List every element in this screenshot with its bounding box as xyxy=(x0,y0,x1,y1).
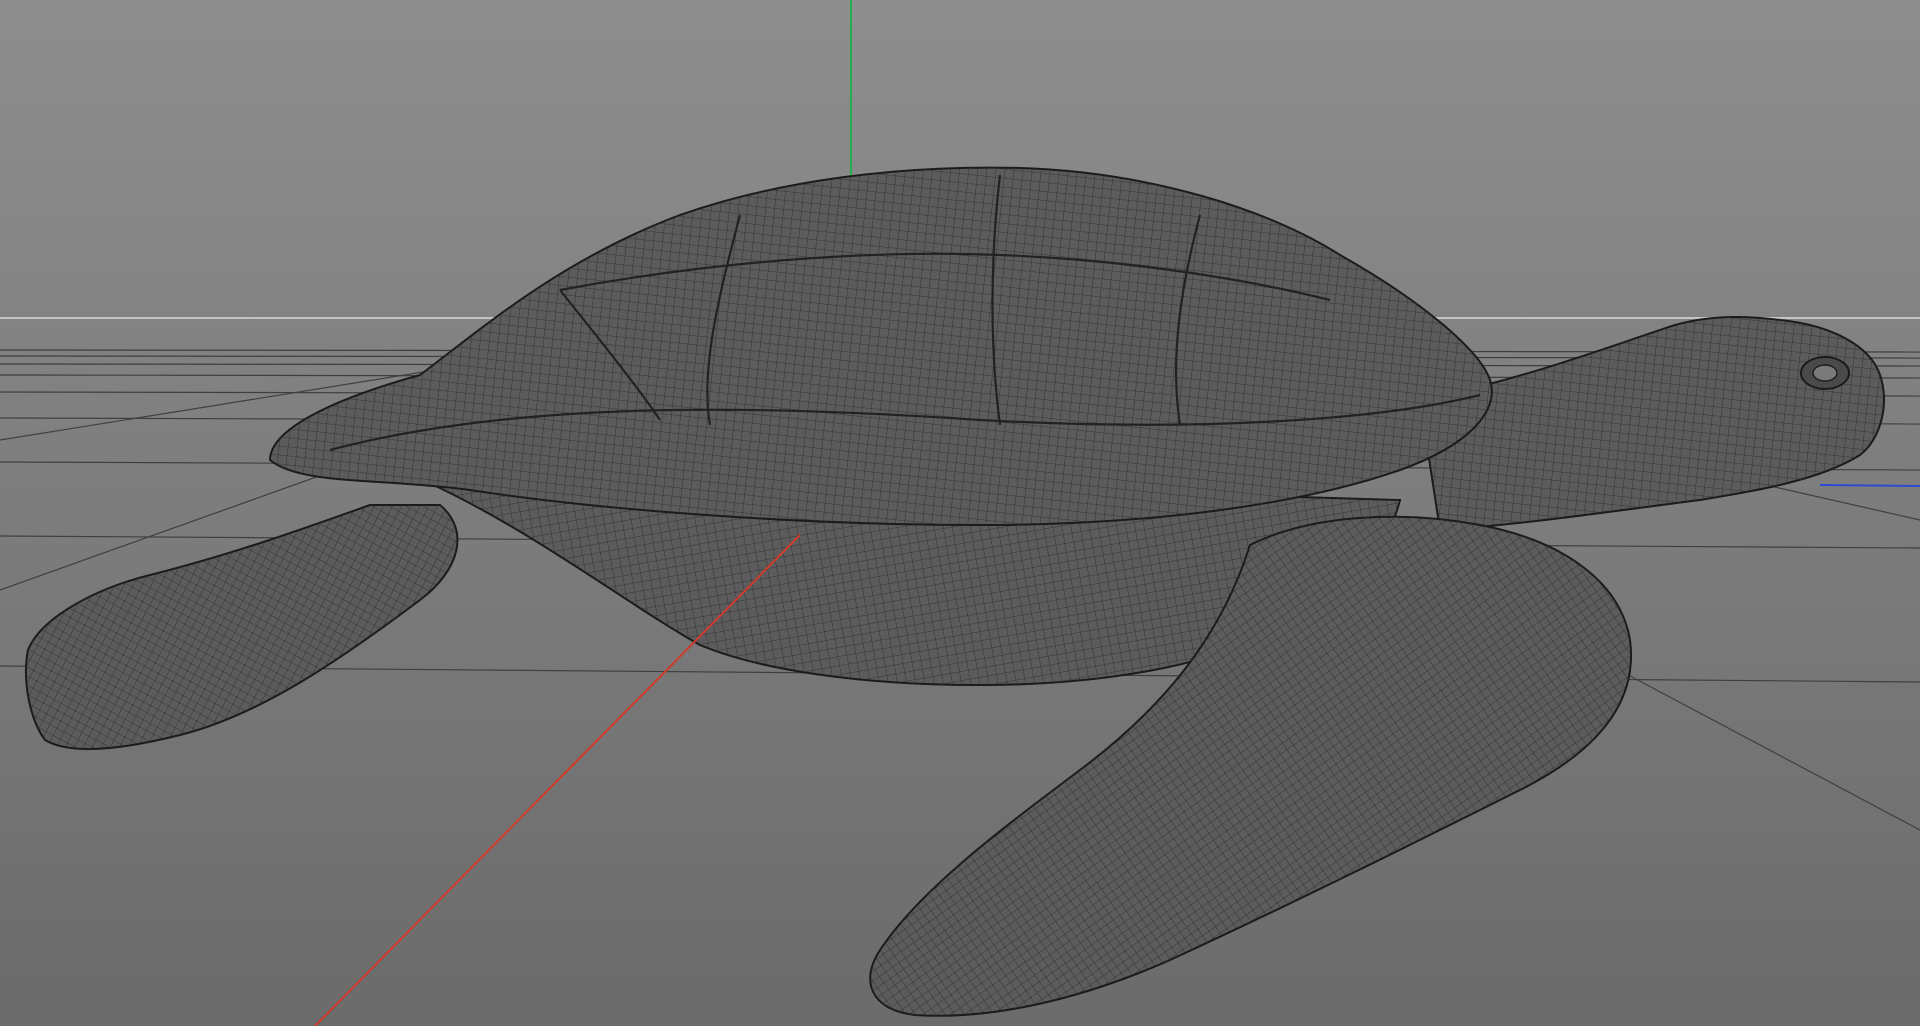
z-axis xyxy=(1819,484,1920,487)
3d-viewport[interactable] xyxy=(0,0,1920,1026)
